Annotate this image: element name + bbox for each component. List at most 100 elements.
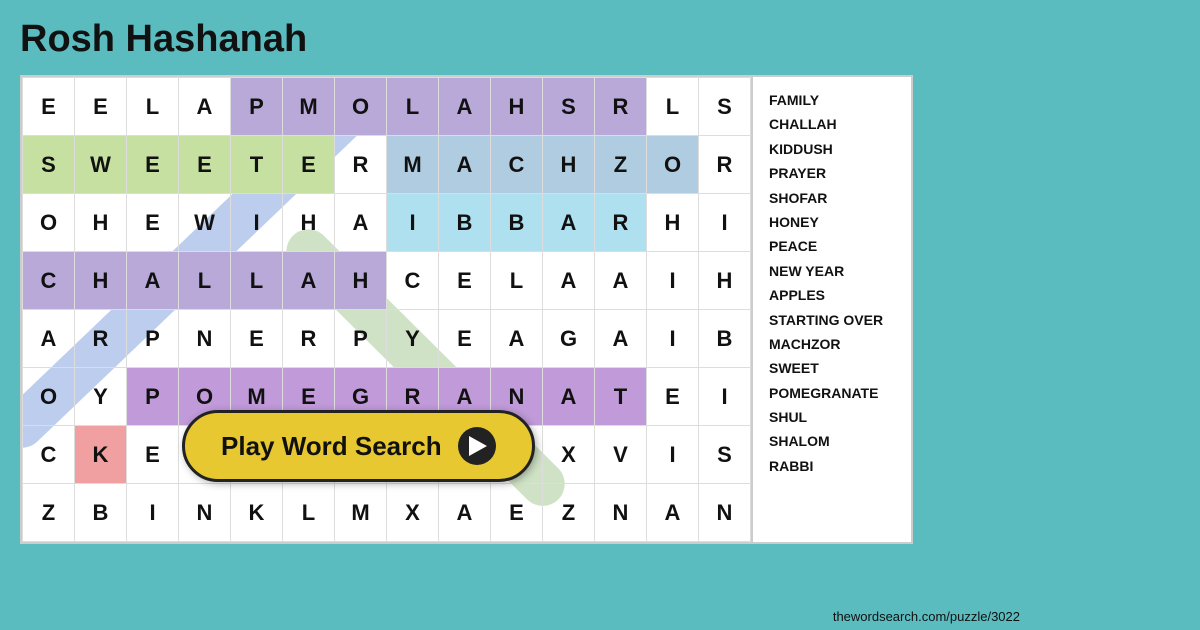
grid-cell: L [491, 252, 543, 310]
grid-cell: E [491, 484, 543, 542]
grid-cell: S [543, 78, 595, 136]
grid-cell: H [283, 194, 335, 252]
grid-cell: E [179, 136, 231, 194]
word-list-item: PRAYER [769, 162, 895, 184]
grid-cell: E [439, 310, 491, 368]
grid-cell: L [647, 78, 699, 136]
grid-cell: A [543, 252, 595, 310]
grid-cell: M [283, 78, 335, 136]
word-list-item: STARTING OVER [769, 309, 895, 331]
grid-cell: A [179, 78, 231, 136]
grid-cell: A [543, 368, 595, 426]
grid-cell: A [491, 310, 543, 368]
word-list-item: SHOFAR [769, 187, 895, 209]
grid-cell: O [23, 194, 75, 252]
grid-cell: Z [23, 484, 75, 542]
grid-cell: I [699, 194, 751, 252]
grid-row: ZBINKLMXAEZNAN [23, 484, 751, 542]
puzzle-area: EELAPMOLAHSRLSSWEETERMACHZOROHEWIHAIBBAR… [20, 75, 753, 544]
grid-cell: B [491, 194, 543, 252]
grid-cell: L [387, 78, 439, 136]
word-list-item: FAMILY [769, 89, 895, 111]
grid-cell: P [231, 78, 283, 136]
page-title: Rosh Hashanah [20, 18, 1180, 61]
grid-cell: Z [595, 136, 647, 194]
play-icon [458, 427, 496, 465]
play-button-container: Play Word Search [182, 410, 535, 482]
word-list-item: NEW YEAR [769, 260, 895, 282]
grid-cell: H [491, 78, 543, 136]
word-list-item: SWEET [769, 357, 895, 379]
grid-cell: R [283, 310, 335, 368]
grid-cell: A [647, 484, 699, 542]
play-button-label: Play Word Search [221, 431, 442, 462]
word-list-item: PEACE [769, 235, 895, 257]
grid-cell: R [699, 136, 751, 194]
grid-cell: R [595, 194, 647, 252]
grid-cell: A [335, 194, 387, 252]
grid-cell: X [543, 426, 595, 484]
play-word-search-button[interactable]: Play Word Search [182, 410, 535, 482]
grid-cell: V [595, 426, 647, 484]
grid-cell: H [335, 252, 387, 310]
grid-cell: N [179, 310, 231, 368]
grid-cell: T [231, 136, 283, 194]
grid-cell: N [179, 484, 231, 542]
grid-cell: R [75, 310, 127, 368]
grid-cell: K [231, 484, 283, 542]
word-list-item: SHALOM [769, 430, 895, 452]
word-list-item: CHALLAH [769, 113, 895, 135]
grid-cell: S [23, 136, 75, 194]
word-list-item: HONEY [769, 211, 895, 233]
grid-cell: I [647, 310, 699, 368]
grid-row: CHALLAHCELAAIH [23, 252, 751, 310]
grid-cell: A [23, 310, 75, 368]
attribution: thewordsearch.com/puzzle/3022 [833, 609, 1020, 624]
grid-cell: R [595, 78, 647, 136]
grid-cell: A [595, 310, 647, 368]
word-list-item: POMEGRANATE [769, 382, 895, 404]
main-content: EELAPMOLAHSRLSSWEETERMACHZOROHEWIHAIBBAR… [20, 75, 1180, 544]
grid-cell: I [127, 484, 179, 542]
grid-cell: A [543, 194, 595, 252]
word-list-item: RABBI [769, 455, 895, 477]
grid-cell: S [699, 78, 751, 136]
grid-cell: Z [543, 484, 595, 542]
grid-cell: M [335, 484, 387, 542]
word-list-item: APPLES [769, 284, 895, 306]
grid-cell: O [335, 78, 387, 136]
grid-cell: G [543, 310, 595, 368]
grid-cell: L [231, 252, 283, 310]
grid-cell: O [23, 368, 75, 426]
grid-row: OHEWIHAIBBARHI [23, 194, 751, 252]
grid-cell: H [647, 194, 699, 252]
grid-cell: B [699, 310, 751, 368]
grid-cell: B [75, 484, 127, 542]
grid-cell: E [75, 78, 127, 136]
grid-cell: A [283, 252, 335, 310]
grid-cell: X [387, 484, 439, 542]
grid-cell: C [23, 252, 75, 310]
grid-cell: S [699, 426, 751, 484]
grid-cell: O [647, 136, 699, 194]
grid-cell: L [127, 78, 179, 136]
grid-cell: E [127, 426, 179, 484]
grid-cell: W [179, 194, 231, 252]
grid-cell: Y [387, 310, 439, 368]
grid-cell: H [75, 252, 127, 310]
grid-cell: C [387, 252, 439, 310]
grid-cell: L [283, 484, 335, 542]
grid-cell: T [595, 368, 647, 426]
grid-cell: H [543, 136, 595, 194]
grid-cell: C [491, 136, 543, 194]
grid-cell: E [283, 136, 335, 194]
grid-cell: H [75, 194, 127, 252]
grid-cell: I [231, 194, 283, 252]
grid-cell: H [699, 252, 751, 310]
word-list-item: MACHZOR [769, 333, 895, 355]
grid-cell: N [595, 484, 647, 542]
grid-cell: E [127, 194, 179, 252]
grid-cell: I [647, 426, 699, 484]
grid-cell: N [699, 484, 751, 542]
grid-cell: A [127, 252, 179, 310]
